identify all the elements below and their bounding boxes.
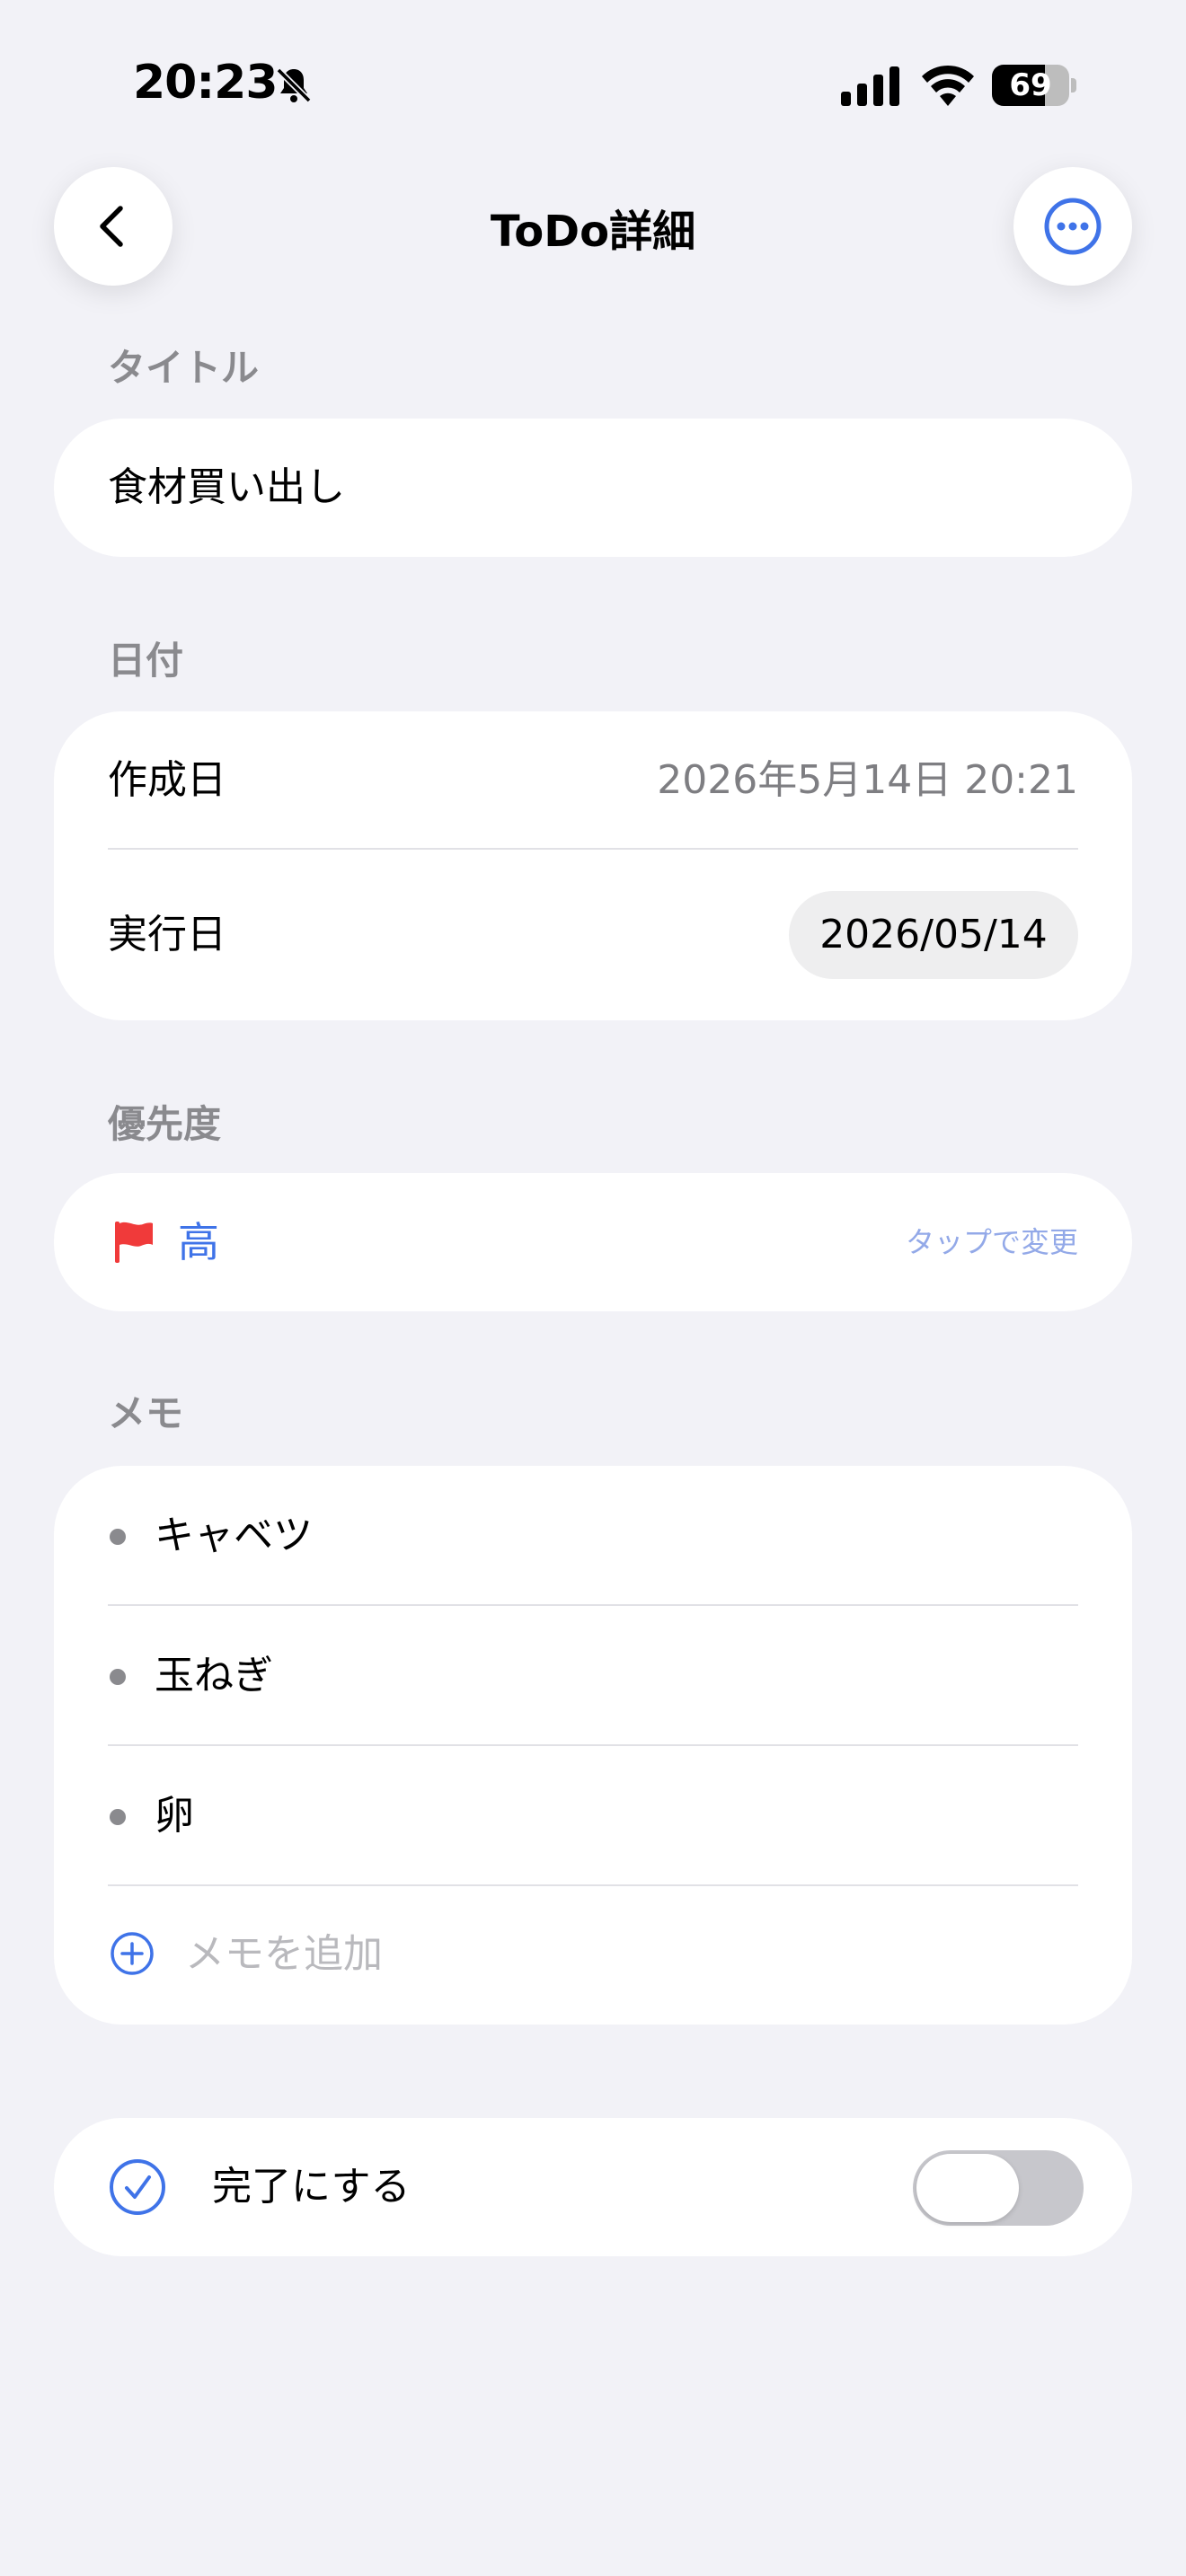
created-date-label: 作成日 [108,757,226,803]
bullet-icon [110,1529,126,1545]
more-options-button[interactable] [1013,167,1132,286]
memo-section-label: メモ [108,1391,184,1435]
battery-icon: 69 [992,65,1076,106]
page-title: ToDo詳細 [490,207,696,257]
title-value[interactable]: 食材買い出し [108,419,345,557]
memo-item-text[interactable]: キャベツ [155,1466,313,1606]
battery-percentage: 69 [1009,67,1052,103]
date-section-label: 日付 [108,639,184,683]
created-date-value: 2026年5月14日 20:21 [657,757,1078,803]
priority-value: 高 [178,1218,219,1266]
bullet-icon [110,1809,126,1825]
flag-icon [115,1222,153,1263]
wifi-icon [922,65,974,106]
plus-circle-icon[interactable] [110,1931,155,1976]
memo-item[interactable]: キャベツ [54,1466,1132,1606]
status-time: 20:23 [133,56,279,110]
memo-item-text[interactable]: 卵 [155,1746,194,1886]
bell-slash-icon [276,67,312,103]
ellipsis-circle-icon [1044,198,1102,255]
complete-toggle[interactable] [913,2150,1084,2226]
complete-row[interactable]: 完了にする [54,2118,1132,2256]
memo-item-text[interactable]: 玉ねぎ [155,1606,273,1746]
checkmark-circle-icon [110,2159,165,2215]
memo-item[interactable]: 卵 [54,1746,1132,1886]
cellular-signal-icon [841,66,899,106]
memo-item[interactable]: 玉ねぎ [54,1606,1132,1746]
priority-selector[interactable]: 高 タップで変更 [54,1173,1132,1311]
memo-list: キャベツ 玉ねぎ 卵 メモを追加 [54,1466,1132,2025]
complete-label: 完了にする [212,2164,411,2210]
execution-date-label: 実行日 [108,912,226,957]
execution-date-picker[interactable]: 2026/05/14 [789,891,1078,979]
priority-hint: タップで変更 [905,1225,1078,1259]
priority-section-label: 優先度 [108,1102,222,1146]
title-field[interactable]: 食材買い出し [54,419,1132,557]
title-section-label: タイトル [108,346,260,390]
date-card: 作成日 2026年5月14日 20:21 実行日 2026/05/14 [54,711,1132,1020]
divider [108,848,1078,850]
bullet-icon [110,1669,126,1685]
add-memo-input[interactable]: メモを追加 [185,1884,383,2025]
toggle-knob [916,2154,1019,2222]
